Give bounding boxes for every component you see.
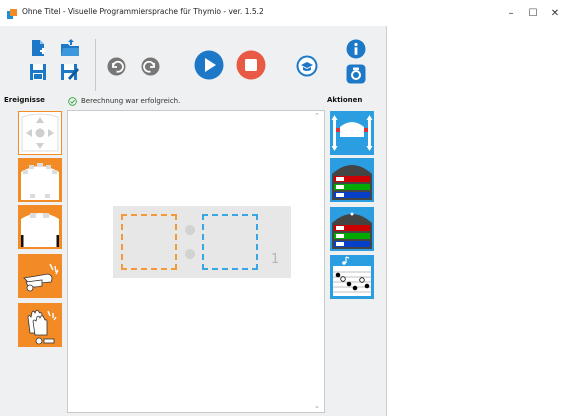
save-icon[interactable] xyxy=(29,63,47,81)
prox-ground-event-block[interactable] xyxy=(18,205,62,249)
clap-event-block[interactable] xyxy=(18,303,62,347)
maximize-button[interactable]: ☐ xyxy=(522,3,544,23)
top-color-action-block[interactable] xyxy=(330,158,374,202)
new-file-icon[interactable] xyxy=(29,39,47,57)
events-heading: Ereignisse xyxy=(4,96,45,104)
prox-front-event-block[interactable] xyxy=(18,158,62,202)
open-folder-icon[interactable] xyxy=(60,39,80,57)
tap-event-block[interactable] xyxy=(18,254,62,298)
window-title: Ohne Titel - Visuelle Programmiersprache… xyxy=(22,7,264,16)
toolbar-separator xyxy=(95,39,96,91)
advanced-mode-icon[interactable] xyxy=(296,55,318,77)
pair-number: 1 xyxy=(271,252,280,267)
status-message: Berechnung war erfolgreich. xyxy=(68,95,180,107)
motors-action-block[interactable] xyxy=(330,111,374,155)
info-icon[interactable] xyxy=(346,39,366,59)
side-panel xyxy=(386,26,566,416)
event-action-pair[interactable]: 1 xyxy=(113,206,291,278)
save-as-icon[interactable] xyxy=(60,63,80,81)
run-icon[interactable] xyxy=(194,50,224,80)
app-logo-icon xyxy=(7,9,17,19)
pair-dot xyxy=(185,249,195,259)
bottom-color-action-block[interactable] xyxy=(330,207,374,251)
scroll-up-arrow[interactable]: ⌃ xyxy=(314,112,320,120)
action-slot[interactable] xyxy=(202,214,258,270)
screenshot-icon[interactable] xyxy=(346,64,366,84)
minimize-button[interactable]: – xyxy=(500,3,522,23)
success-check-icon xyxy=(68,96,77,106)
scroll-down-arrow[interactable]: ⌄ xyxy=(314,402,320,410)
pair-dot xyxy=(185,225,195,235)
buttons-event-block[interactable] xyxy=(18,111,62,155)
status-text: Berechnung war erfolgreich. xyxy=(81,97,181,105)
music-action-block[interactable] xyxy=(330,255,374,299)
close-button[interactable]: ✕ xyxy=(544,3,566,23)
stop-icon[interactable] xyxy=(236,50,266,80)
redo-icon[interactable] xyxy=(141,57,160,76)
actions-heading: Aktionen xyxy=(327,96,363,104)
event-slot[interactable] xyxy=(121,214,177,270)
undo-icon[interactable] xyxy=(107,57,126,76)
title-bar: Ohne Titel - Visuelle Programmiersprache… xyxy=(0,0,566,26)
